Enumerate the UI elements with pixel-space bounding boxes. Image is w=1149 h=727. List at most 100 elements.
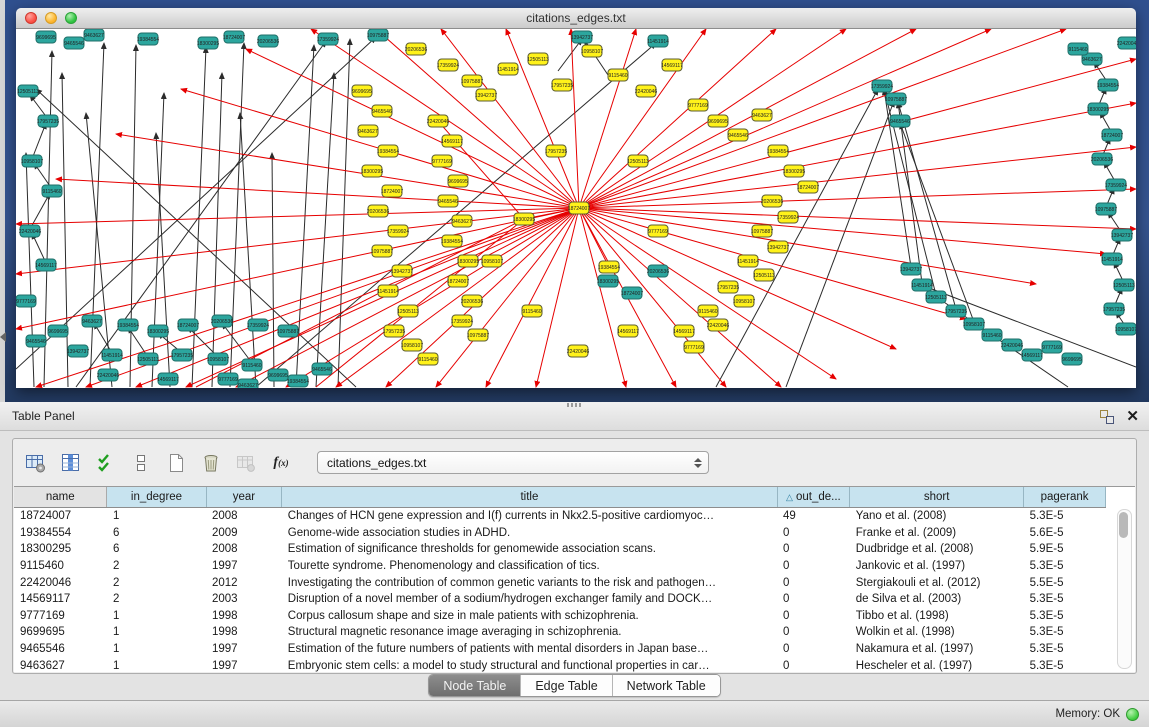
column-header-pagerank[interactable]: pagerank [1024, 487, 1106, 508]
graph-node[interactable]: 9465546 [64, 37, 84, 49]
graph-node[interactable]: 9463627 [452, 215, 472, 227]
graph-edge[interactable] [32, 123, 46, 159]
graph-node[interactable]: 17957235 [945, 305, 967, 317]
graph-edge[interactable] [386, 208, 579, 387]
table-scrollbar[interactable] [1117, 509, 1132, 669]
graph-edge[interactable] [130, 45, 136, 387]
float-panel-icon[interactable] [1100, 410, 1114, 424]
graph-node[interactable]: 17957235 [37, 115, 59, 127]
graph-node[interactable]: 9463627 [752, 109, 772, 121]
table-row[interactable]: 1456911722003Disruption of a novel membe… [14, 591, 1106, 608]
graph-node[interactable]: 18724007 [177, 319, 199, 331]
graph-node[interactable]: 22420046 [707, 319, 729, 331]
graph-node[interactable]: 9115460 [418, 353, 438, 365]
column-header-name[interactable]: name [14, 487, 107, 508]
graph-node[interactable]: 20206536 [367, 205, 389, 217]
table-scrollbar-thumb[interactable] [1119, 512, 1128, 538]
graph-node[interactable]: 10958107 [733, 295, 755, 307]
graph-node[interactable]: 17359924 [451, 315, 473, 327]
graph-node[interactable]: 12505113 [753, 269, 775, 281]
graph-node[interactable]: 10975887 [371, 245, 393, 257]
graph-edge[interactable] [898, 102, 956, 309]
minimize-window-button[interactable] [45, 12, 57, 24]
graph-node[interactable]: 9699695 [448, 175, 468, 187]
graph-node[interactable]: 9463627 [358, 125, 378, 137]
graph-node[interactable]: 17359924 [871, 80, 893, 92]
graph-node[interactable]: 10958107 [963, 318, 985, 330]
table-row[interactable]: 946362711997Embryonic stem cells: a mode… [14, 657, 1106, 672]
graph-node[interactable]: 14569117 [673, 325, 695, 337]
column-header-year[interactable]: year [206, 487, 282, 508]
graph-edge[interactable] [579, 29, 916, 208]
graph-node[interactable]: 9465546 [312, 363, 332, 375]
graph-node[interactable]: 19384554 [117, 319, 139, 331]
graph-node[interactable]: 9699695 [48, 325, 68, 337]
graph-node[interactable]: 9463627 [82, 315, 102, 327]
table-row[interactable]: 911546021997Tourette syndrome. Phenomeno… [14, 558, 1106, 575]
graph-node[interactable]: 9699695 [36, 31, 56, 43]
graph-node[interactable]: 11451914 [1101, 253, 1123, 265]
column-header-out-degree[interactable]: △out_de... [777, 487, 850, 508]
graph-node[interactable]: 22420046 [427, 115, 449, 127]
row-options-icon[interactable] [128, 450, 154, 476]
graph-node[interactable]: 13942737 [571, 31, 593, 43]
network-window-titlebar[interactable]: citations_edges.txt [16, 8, 1136, 29]
graph-node[interactable]: 22420046 [567, 345, 589, 357]
graph-node[interactable]: 19384554 [767, 145, 789, 157]
graph-node[interactable]: 18724007 [568, 202, 590, 214]
graph-node[interactable]: 17957235 [551, 79, 573, 91]
graph-node[interactable]: 13942737 [391, 265, 413, 277]
graph-edge[interactable] [571, 29, 579, 208]
graph-node[interactable]: 22420046 [19, 225, 41, 237]
split-divider-handle[interactable] [567, 403, 581, 407]
graph-node[interactable]: 9465546 [372, 105, 392, 117]
table-row[interactable]: 946554611997Estimation of the future num… [14, 641, 1106, 658]
graph-node[interactable]: 18300295 [783, 165, 805, 177]
graph-node[interactable]: 9465546 [438, 195, 458, 207]
graph-node[interactable]: 9115460 [522, 305, 542, 317]
show-columns-icon[interactable] [58, 450, 84, 476]
panel-collapse-arrow-icon[interactable] [0, 332, 6, 342]
graph-node[interactable]: 17957235 [717, 281, 739, 293]
graph-node[interactable]: 18724007 [797, 181, 819, 193]
network-window[interactable]: citations_edges.txt 20206536 17359924 1097… [16, 8, 1136, 388]
graph-node[interactable]: 12505113 [137, 353, 159, 365]
graph-node[interactable]: 20206536 [647, 265, 669, 277]
table-row[interactable]: 2242004622012Investigating the contribut… [14, 574, 1106, 591]
graph-node[interactable]: 9699695 [1062, 353, 1082, 365]
graph-node[interactable]: 10958107 [481, 255, 503, 267]
graph-node[interactable]: 18724007 [621, 287, 643, 299]
graph-node[interactable]: 11451914 [497, 63, 519, 75]
graph-node[interactable]: 17359924 [247, 319, 269, 331]
column-header-in-degree[interactable]: in_degree [107, 487, 206, 508]
graph-node[interactable]: 9115460 [242, 359, 262, 371]
table-row[interactable]: 969969511998Structural magnetic resonanc… [14, 624, 1106, 641]
close-window-button[interactable] [25, 12, 37, 24]
table-row[interactable]: 1872400712008Changes of HCN gene express… [14, 508, 1106, 525]
graph-node[interactable]: 10958107 [207, 353, 229, 365]
graph-node[interactable]: 9115460 [982, 329, 1002, 341]
graph-node[interactable]: 9115460 [1068, 43, 1088, 55]
graph-edge[interactable] [136, 208, 579, 387]
graph-node[interactable]: 14569117 [35, 259, 57, 271]
graph-node[interactable]: 20206536 [211, 315, 233, 327]
graph-node[interactable]: 9465546 [728, 129, 748, 141]
tab-edge-table[interactable]: Edge Table [520, 675, 611, 696]
graph-node[interactable]: 12505113 [17, 85, 39, 97]
graph-node[interactable]: 18300295 [513, 213, 535, 225]
graph-node[interactable]: 9777169 [218, 373, 238, 385]
graph-node[interactable]: 20206536 [461, 295, 483, 307]
graph-node[interactable]: 10975887 [277, 325, 299, 337]
graph-node[interactable]: 18300295 [1087, 103, 1109, 115]
graph-node[interactable]: 12505113 [397, 305, 419, 317]
graph-node[interactable]: 10958107 [21, 155, 43, 167]
graph-node[interactable]: 17359924 [387, 225, 409, 237]
graph-node[interactable]: 10958107 [401, 339, 423, 351]
graph-node[interactable]: 19384554 [287, 375, 309, 387]
graph-edge[interactable] [558, 39, 582, 71]
graph-edge[interactable] [56, 179, 579, 208]
graph-node[interactable]: 22420046 [97, 369, 119, 381]
graph-edge[interactable] [338, 39, 350, 387]
graph-node[interactable]: 13942737 [900, 263, 922, 275]
graph-node[interactable]: 9699695 [352, 85, 372, 97]
